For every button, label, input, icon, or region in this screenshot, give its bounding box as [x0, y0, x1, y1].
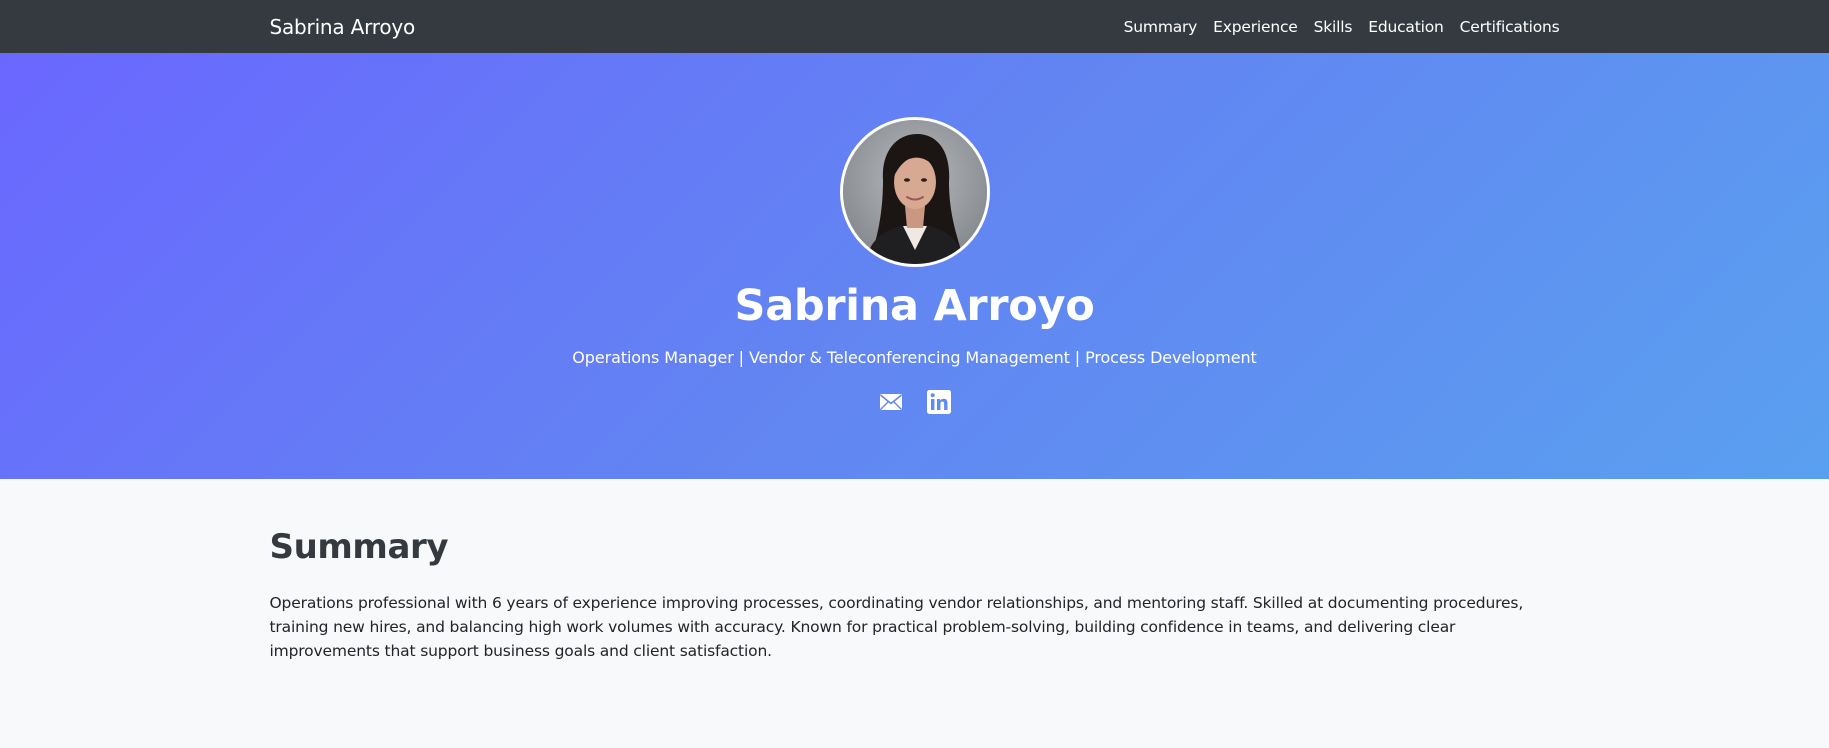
- profile-tagline: Operations Manager | Vendor & Teleconfer…: [572, 348, 1257, 367]
- nav-link-education[interactable]: Education: [1368, 18, 1444, 36]
- linkedin-icon: [926, 390, 951, 414]
- profile-name: Sabrina Arroyo: [734, 281, 1095, 331]
- summary-section: Summary Operations professional with 6 y…: [270, 479, 1560, 663]
- linkedin-link[interactable]: [926, 389, 952, 415]
- nav-links: Summary Experience Skills Education Cert…: [1124, 18, 1560, 36]
- social-links: [878, 389, 952, 415]
- email-link[interactable]: [878, 389, 904, 415]
- profile-photo: [839, 117, 990, 267]
- top-navbar: Sabrina Arroyo Summary Experience Skills…: [0, 0, 1829, 53]
- nav-link-certifications[interactable]: Certifications: [1460, 18, 1560, 36]
- mail-icon: [879, 394, 902, 410]
- nav-link-summary[interactable]: Summary: [1124, 18, 1198, 36]
- navbar-container: Sabrina Arroyo Summary Experience Skills…: [270, 15, 1560, 39]
- nav-link-experience[interactable]: Experience: [1213, 18, 1298, 36]
- navbar-brand[interactable]: Sabrina Arroyo: [270, 15, 416, 39]
- hero-section: Sabrina Arroyo Operations Manager | Vend…: [0, 53, 1829, 479]
- summary-heading: Summary: [269, 527, 449, 567]
- summary-text: Operations professional with 6 years of …: [269, 594, 1524, 660]
- profile-photo-illustration: [842, 120, 987, 264]
- nav-link-skills[interactable]: Skills: [1314, 18, 1353, 36]
